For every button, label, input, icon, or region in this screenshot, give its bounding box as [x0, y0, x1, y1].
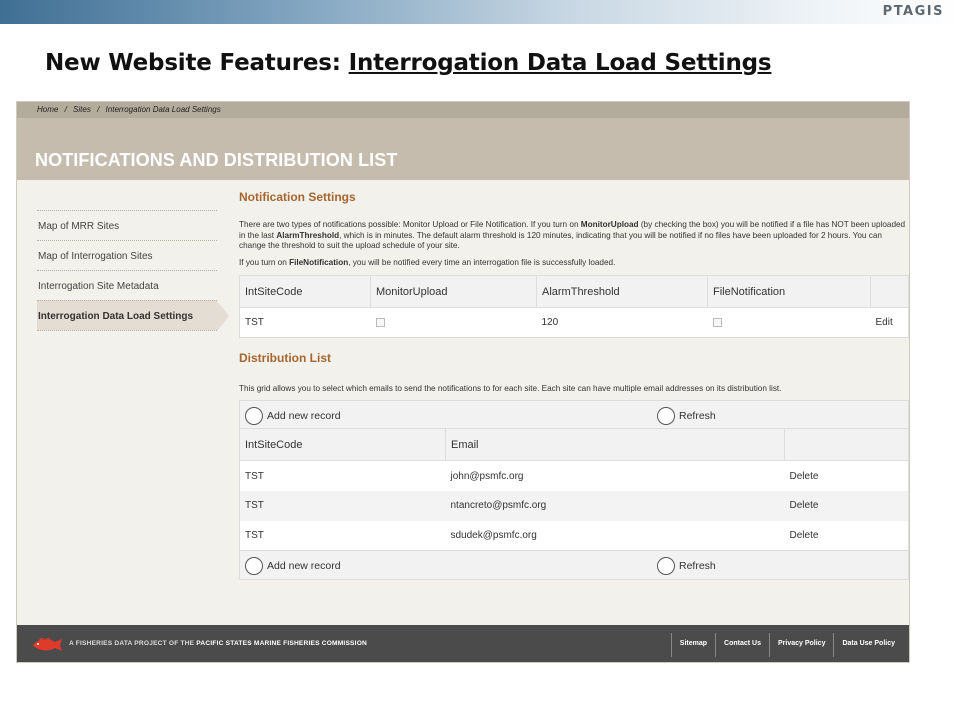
table-row: TST 120 Edit	[240, 308, 909, 338]
cell-email: john@psmfc.org	[450, 470, 524, 482]
add-new-record-label: Add new record	[267, 409, 341, 422]
table-row: TST john@psmfc.org Delete	[240, 461, 909, 491]
table-header-row: IntSiteCode Email	[239, 428, 909, 462]
breadcrumb-sites[interactable]: Sites	[73, 105, 91, 114]
breadcrumb-separator: /	[64, 105, 67, 114]
footer-credit-prefix: A FISHERIES DATA PROJECT OF THE	[69, 640, 197, 647]
slide-title-underlined: Interrogation Data Load Settings	[348, 50, 772, 76]
add-new-record-button[interactable]: Add new record	[245, 557, 341, 576]
column-header-email[interactable]: Email	[445, 428, 785, 462]
cell-site: TST	[245, 470, 264, 482]
notification-settings-heading: Notification Settings	[239, 190, 356, 204]
slide-title: New Website Features: Interrogation Data…	[45, 50, 772, 76]
ptagis-logo: PTAGIS	[882, 4, 944, 19]
column-header-monitorupload[interactable]: MonitorUpload	[370, 275, 537, 309]
website-screenshot: Home / Sites / Interrogation Data Load S…	[16, 101, 910, 663]
text-bold: AlarmThreshold	[276, 230, 340, 240]
distribution-toolbar-bottom: Add new record Refresh	[239, 551, 909, 581]
column-header-filenotification[interactable]: FileNotification	[707, 275, 871, 309]
add-circle-icon	[245, 406, 263, 425]
footer-link-data-use-policy[interactable]: Data Use Policy	[833, 633, 903, 657]
breadcrumb-home[interactable]: Home	[37, 105, 58, 114]
refresh-button[interactable]: Refresh	[657, 557, 716, 576]
cell-site: TST	[245, 530, 264, 542]
cell-site: TST	[239, 490, 446, 521]
cell-email: ntancreto@psmfc.org	[445, 490, 785, 521]
page-title: NOTIFICATIONS AND DISTRIBUTION LIST	[35, 150, 398, 170]
rockfish-logo-icon	[33, 638, 62, 651]
cell-monitor-upload	[371, 308, 537, 338]
table-header-row: IntSiteCode MonitorUpload AlarmThreshold…	[239, 275, 909, 309]
main-content: Notification Settings There are two type…	[239, 190, 909, 581]
footer-credit: A FISHERIES DATA PROJECT OF THE PACIFIC …	[69, 640, 367, 647]
file-notification-description: If you turn on FileNotification, you wil…	[239, 257, 909, 269]
refresh-label: Refresh	[679, 560, 716, 573]
refresh-circle-icon	[657, 557, 675, 576]
column-header-alarmthreshold[interactable]: AlarmThreshold	[536, 275, 708, 309]
page-header: NOTIFICATIONS AND DISTRIBUTION LIST	[17, 118, 909, 180]
footer-credit-org[interactable]: PACIFIC STATES MARINE FISHERIES COMMISSI…	[196, 640, 367, 647]
refresh-label: Refresh	[679, 409, 716, 422]
distribution-description: This grid allows you to select which ema…	[239, 384, 782, 394]
footer-link-contact-us[interactable]: Contact Us	[715, 633, 769, 657]
sidebar-item-map-mrr-sites[interactable]: Map of MRR Sites	[37, 210, 217, 240]
table-row: TST ntancreto@psmfc.org Delete	[239, 490, 909, 521]
column-header-actions	[784, 428, 909, 462]
notification-description: There are two types of notifications pos…	[239, 220, 909, 252]
text-bold: MonitorUpload	[580, 220, 639, 229]
slide-title-prefix: New Website Features:	[45, 50, 349, 76]
distribution-list-heading: Distribution List	[239, 351, 331, 366]
text: , you will be notified every time an int…	[348, 257, 616, 267]
add-new-record-label: Add new record	[267, 560, 341, 573]
cell-alarm-threshold: 120	[541, 317, 559, 329]
monitor-upload-checkbox[interactable]	[375, 318, 385, 328]
breadcrumb-current: Interrogation Data Load Settings	[105, 105, 221, 114]
cell-site: TST	[245, 317, 264, 329]
column-header-actions	[870, 275, 909, 309]
distribution-list-table: IntSiteCode Email TST john@psmfc.org Del…	[239, 428, 909, 552]
table-row: TST sdudek@psmfc.org Delete	[240, 521, 909, 551]
sidebar-item-interrogation-data-load-settings[interactable]: Interrogation Data Load Settings	[37, 300, 229, 331]
breadcrumb: Home / Sites / Interrogation Data Load S…	[37, 105, 225, 114]
text: If you turn on	[239, 257, 290, 267]
breadcrumb-bar: Home / Sites / Interrogation Data Load S…	[17, 102, 909, 118]
refresh-button[interactable]: Refresh	[657, 406, 716, 425]
slide-top-banner	[0, 0, 960, 24]
column-header-intsitecode[interactable]: IntSiteCode	[239, 275, 371, 309]
cell-email: sdudek@psmfc.org	[450, 530, 537, 542]
sidebar-divider	[37, 330, 217, 331]
footer-link-privacy-policy[interactable]: Privacy Policy	[768, 633, 833, 657]
text: There are two types of notifications pos…	[239, 220, 581, 229]
sidebar-item-map-interrogation-sites[interactable]: Map of Interrogation Sites	[37, 240, 217, 270]
delete-link[interactable]: Delete	[785, 461, 909, 491]
file-notification-checkbox[interactable]	[712, 318, 722, 328]
breadcrumb-separator: /	[97, 105, 100, 114]
notification-settings-table: IntSiteCode MonitorUpload AlarmThreshold…	[239, 275, 909, 339]
sidebar: Map of MRR Sites Map of Interrogation Si…	[37, 210, 229, 331]
sidebar-item-interrogation-site-metadata[interactable]: Interrogation Site Metadata	[37, 270, 217, 300]
footer-link-sitemap[interactable]: Sitemap	[670, 633, 715, 657]
add-new-record-button[interactable]: Add new record	[245, 406, 341, 425]
delete-link[interactable]: Delete	[784, 490, 909, 521]
cell-file-notification	[708, 308, 871, 338]
refresh-circle-icon	[657, 406, 675, 425]
add-circle-icon	[245, 557, 263, 576]
footer-links: Sitemap Contact Us Privacy Policy Data U…	[670, 633, 903, 657]
delete-link[interactable]: Delete	[785, 521, 909, 551]
column-header-intsitecode[interactable]: IntSiteCode	[239, 428, 446, 462]
distribution-toolbar-top: Add new record Refresh	[239, 399, 909, 429]
site-footer: A FISHERIES DATA PROJECT OF THE PACIFIC …	[17, 625, 909, 662]
text-bold: FileNotification	[289, 257, 349, 267]
edit-link[interactable]: Edit	[871, 308, 909, 338]
